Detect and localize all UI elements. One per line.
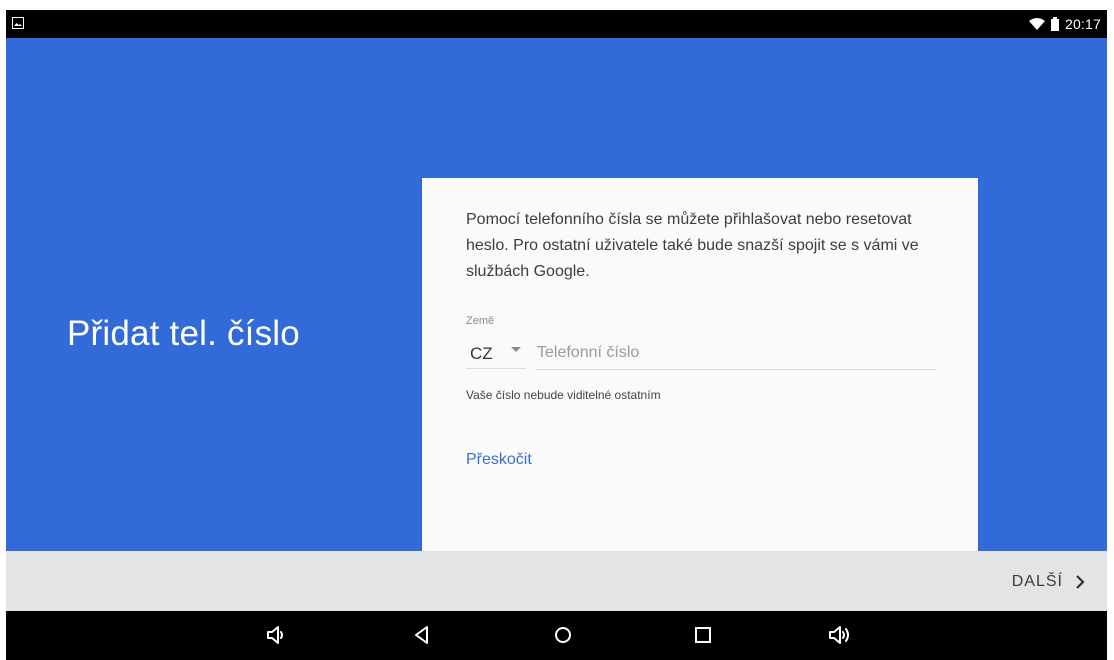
battery-icon: [1050, 17, 1059, 31]
country-label: Země: [466, 315, 495, 327]
home-button[interactable]: [549, 621, 577, 649]
navigation-bar: [6, 611, 1107, 660]
volume-up-icon: [829, 626, 849, 644]
device-frame: 20:17 Přidat tel. číslo Pomocí telefonní…: [6, 10, 1107, 660]
skip-button[interactable]: Přeskočit: [466, 451, 532, 469]
phone-card: Pomocí telefonního čísla se můžete přihl…: [422, 178, 978, 551]
status-time: 20:17: [1064, 16, 1101, 32]
page-title: Přidat tel. číslo: [67, 314, 300, 353]
recents-icon: [695, 627, 711, 643]
next-label: DALŠÍ: [1011, 573, 1063, 590]
card-description: Pomocí telefonního čísla se můžete přihl…: [466, 211, 919, 280]
image-icon: [12, 17, 24, 29]
phone-number-input[interactable]: [535, 338, 937, 370]
next-button[interactable]: DALŠÍ: [1012, 569, 1085, 595]
chevron-right-icon: [1076, 575, 1085, 589]
dropdown-arrow-icon: [511, 347, 521, 352]
status-indicators: 20:17: [1028, 10, 1101, 38]
volume-down-button[interactable]: [263, 621, 291, 649]
back-button[interactable]: [408, 621, 436, 649]
content-area: Přidat tel. číslo Pomocí telefonního čís…: [6, 38, 1107, 551]
screen: 20:17 Přidat tel. číslo Pomocí telefonní…: [0, 0, 1114, 660]
volume-up-button[interactable]: [827, 621, 855, 649]
footer-bar: DALŠÍ: [6, 551, 1107, 611]
country-value: CZ: [470, 344, 493, 363]
helper-text: Vaše číslo nebude viditelné ostatním: [466, 388, 661, 402]
wifi-icon: [1028, 18, 1045, 30]
recents-button[interactable]: [689, 621, 717, 649]
back-icon: [415, 626, 428, 644]
country-select[interactable]: CZ: [466, 338, 526, 369]
home-icon: [555, 627, 571, 643]
status-bar: 20:17: [6, 10, 1107, 38]
volume-down-icon: [267, 626, 283, 644]
